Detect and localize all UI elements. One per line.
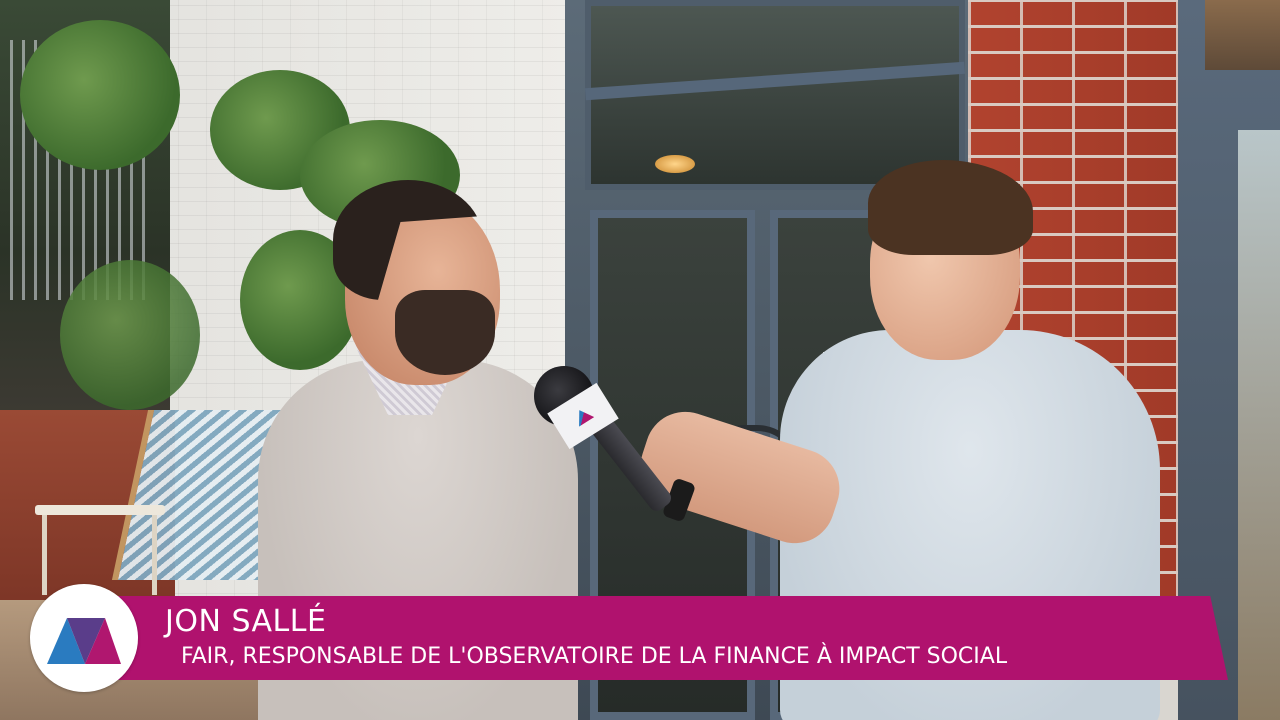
speaker-title: FAIR, RESPONSABLE DE L'OBSERVATOIRE DE L… (181, 644, 1008, 669)
ceiling-lamp (655, 155, 695, 173)
channel-logo-mark (47, 618, 121, 664)
side-table-leg (42, 515, 47, 595)
shrub (60, 260, 200, 410)
interviewee-beard (395, 290, 495, 375)
mic-flag-logo-icon (572, 405, 595, 426)
tree-foliage (20, 20, 180, 170)
side-table-leg (152, 515, 157, 595)
channel-logo-icon (30, 584, 138, 692)
side-table (35, 505, 165, 515)
speaker-name: JON SALLÉ (165, 604, 327, 639)
right-upper-glass (1205, 0, 1280, 70)
right-door-glass (1238, 130, 1280, 720)
video-frame: JON SALLÉ FAIR, RESPONSABLE DE L'OBSERVA… (0, 0, 1280, 720)
